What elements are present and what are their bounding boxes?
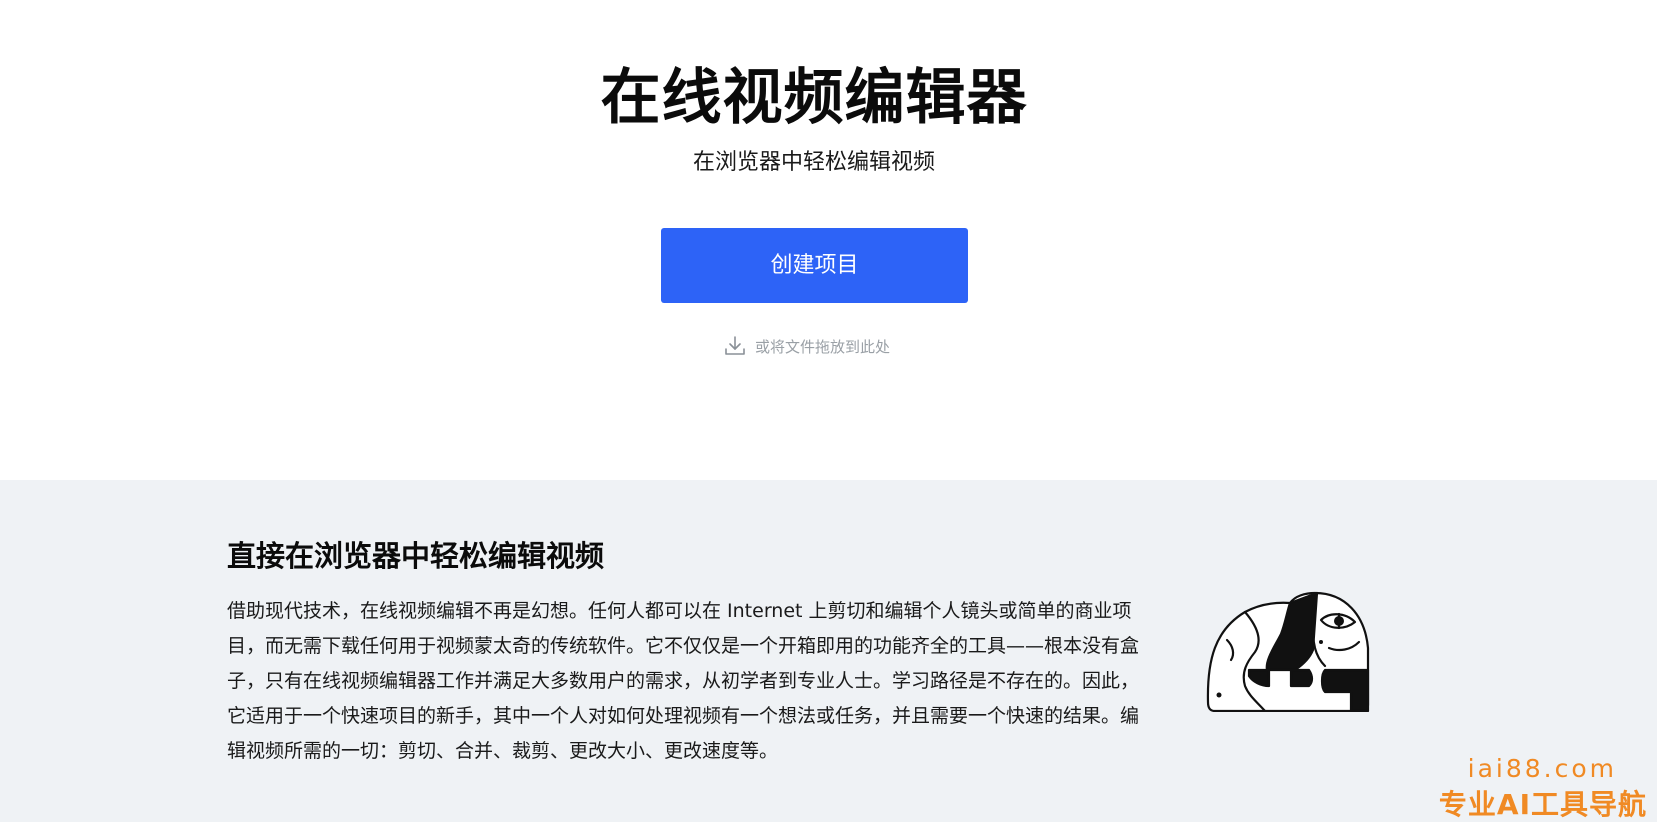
page-footer-strip xyxy=(0,822,1657,833)
hero-section: 在线视频编辑器 在浏览器中轻松编辑视频 创建项目 或将文件拖放到此处 xyxy=(0,0,1657,480)
create-project-button[interactable]: 创建项目 xyxy=(661,228,968,303)
page-subtitle: 在浏览器中轻松编辑视频 xyxy=(692,150,935,175)
abstract-face-illustration xyxy=(1205,590,1370,713)
watermark-tagline: 专业AI工具导航 xyxy=(1438,788,1647,821)
drop-hint-text: 或将文件拖放到此处 xyxy=(755,337,891,356)
watermark-domain: iai88.com xyxy=(1467,754,1617,783)
section-heading: 直接在浏览器中轻松编辑视频 xyxy=(227,539,605,573)
download-icon xyxy=(723,334,747,358)
file-drop-zone[interactable]: 或将文件拖放到此处 xyxy=(723,333,890,359)
section-description: 借助现代技术，在线视频编辑不再是幻想。任何人都可以在 Internet 上剪切和… xyxy=(227,600,1140,762)
intro-section: 直接在浏览器中轻松编辑视频 借助现代技术，在线视频编辑不再是幻想。任何人都可以在… xyxy=(0,480,1657,822)
page-title: 在线视频编辑器 xyxy=(600,63,1028,133)
site-watermark: iai88.com 专业AI工具导航 xyxy=(1439,752,1647,824)
